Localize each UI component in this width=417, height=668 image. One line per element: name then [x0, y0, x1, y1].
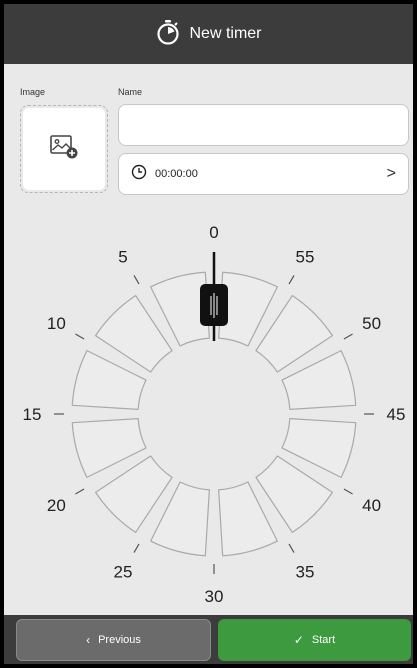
dial-tick — [288, 275, 295, 285]
add-image-icon — [49, 134, 79, 165]
new-timer-screen: New timer Image Name 00:00:00 > 0 5 10 1… — [4, 4, 413, 664]
dial-tick — [75, 488, 85, 495]
dial-tick — [133, 275, 140, 285]
dial-label-20: 20 — [47, 496, 66, 515]
name-label: Name — [118, 87, 143, 97]
dial-label-25: 25 — [114, 563, 133, 582]
dial-tick — [343, 333, 353, 340]
duration-field[interactable]: 00:00:00 > — [118, 153, 409, 195]
duration-value: 00:00:00 — [155, 168, 198, 180]
image-picker[interactable] — [20, 105, 108, 193]
minute-dial[interactable]: 0 5 10 15 20 25 30 35 40 45 50 55 — [4, 204, 413, 604]
clock-icon — [131, 164, 147, 185]
image-label: Image — [20, 87, 46, 97]
dial-label-5: 5 — [118, 247, 127, 266]
chevron-right-icon: > — [386, 165, 396, 182]
dial-tick — [343, 488, 353, 495]
name-input[interactable] — [118, 104, 409, 146]
dial-label-0: 0 — [209, 223, 218, 242]
dial-label-35: 35 — [296, 563, 315, 582]
stopwatch-icon — [155, 19, 181, 50]
header-bar: New timer — [4, 4, 413, 64]
dial-label-40: 40 — [362, 496, 381, 515]
dial-label-50: 50 — [362, 314, 381, 333]
chevron-left-icon: ‹ — [86, 633, 91, 647]
page-title: New timer — [189, 25, 262, 42]
previous-button[interactable]: ‹ Previous — [16, 619, 211, 661]
dial-tick — [288, 543, 295, 553]
dial-label-10: 10 — [47, 314, 66, 333]
dial-label-45: 45 — [387, 405, 406, 424]
footer-bar: ‹ Previous ✓ Start — [4, 615, 413, 664]
check-icon: ✓ — [293, 633, 304, 647]
dial-label-15: 15 — [23, 405, 42, 424]
start-button[interactable]: ✓ Start — [218, 619, 411, 661]
dial-tick — [133, 543, 140, 553]
dial-label-55: 55 — [296, 247, 315, 266]
dial-tick — [75, 333, 85, 340]
dial-label-30: 30 — [205, 587, 224, 604]
